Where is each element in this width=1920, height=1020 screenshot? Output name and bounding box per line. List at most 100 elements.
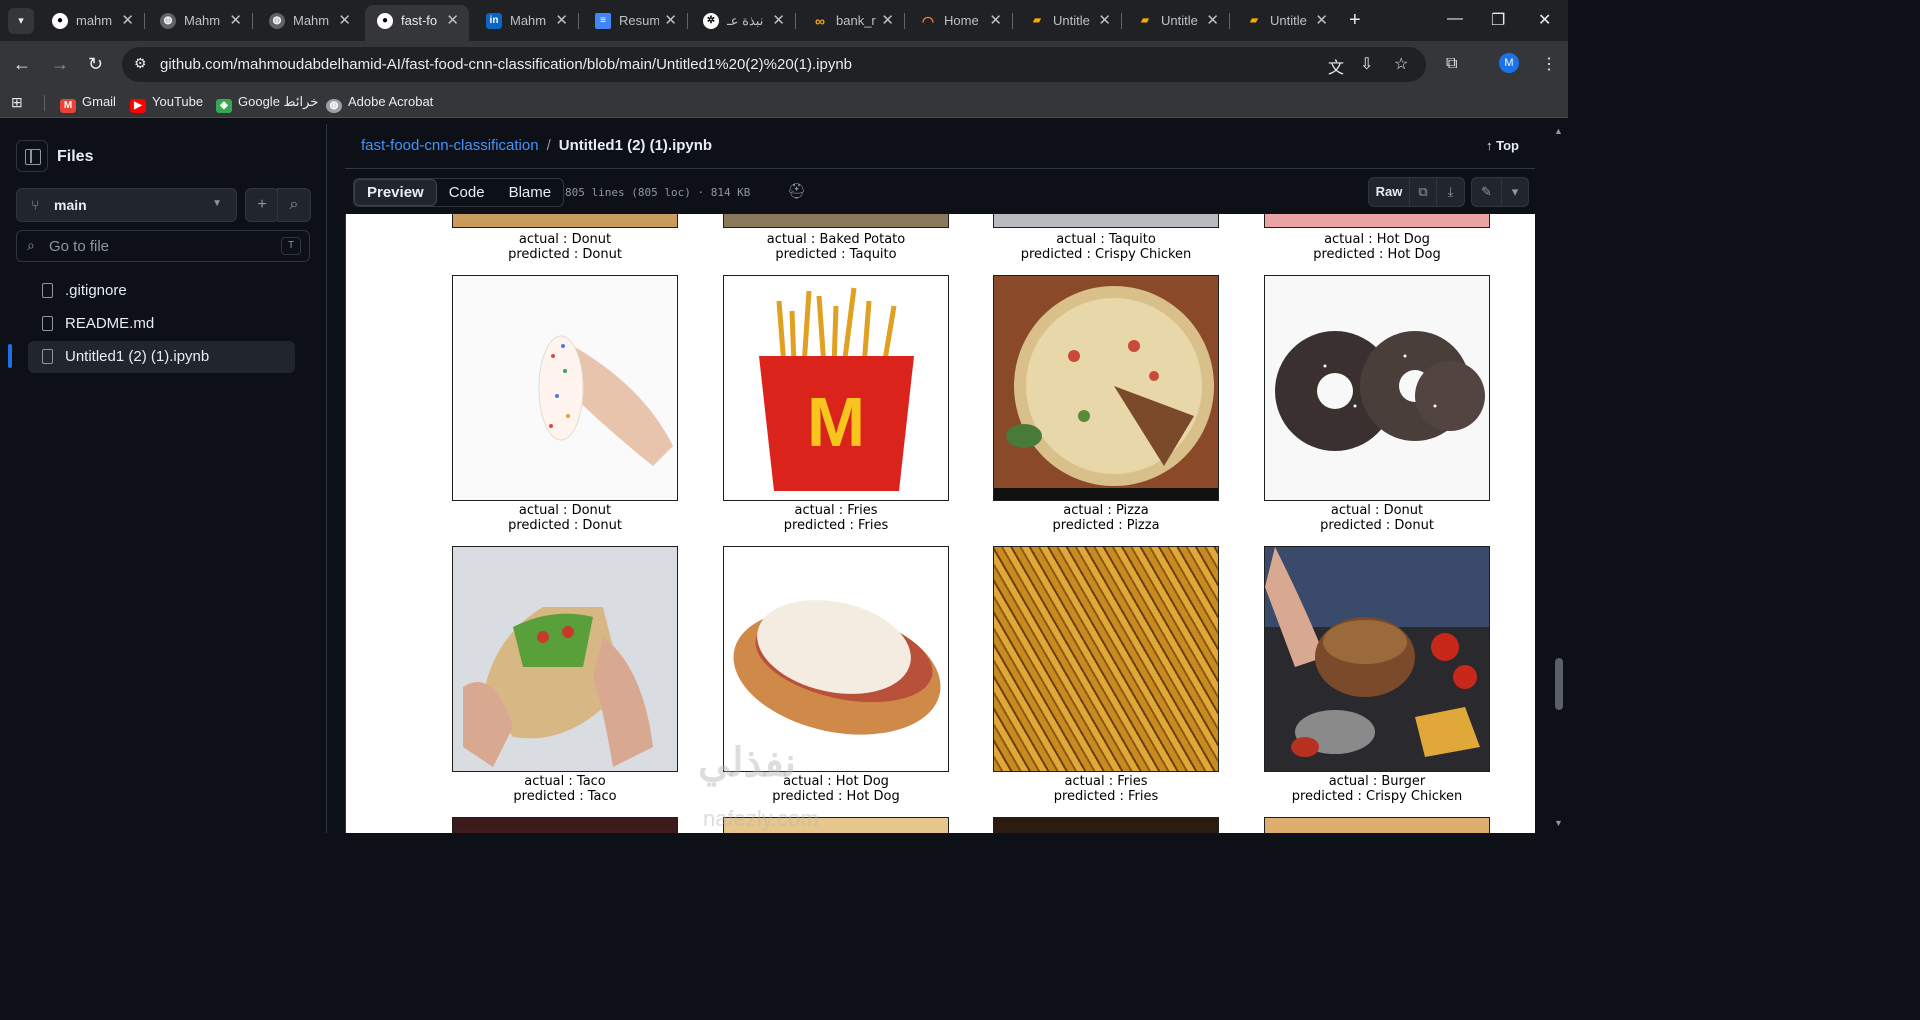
tab-search-button[interactable]: ▾ [8,8,34,34]
go-to-file-input[interactable] [49,236,269,256]
copilot-icon[interactable]: ⛑ [787,182,806,200]
scroll-down-icon[interactable]: ▼ [1554,818,1563,828]
reload-icon[interactable]: ↻ [88,54,103,75]
install-app-icon[interactable]: ⇩ [1360,54,1373,74]
browser-tab[interactable]: ✲ نبذة عـ ✕ [691,6,796,36]
close-icon[interactable]: ✕ [1098,11,1111,29]
browser-tab[interactable]: ▰ Untitle ✕ [1017,6,1122,36]
food-image [1264,214,1490,228]
url-text[interactable]: github.com/mahmoudabdelhamid-AI/fast-foo… [160,56,852,73]
donut-in-hand-picture [538,335,673,466]
forward-icon[interactable]: → [51,54,69,75]
close-icon[interactable]: ✕ [1206,11,1219,29]
repo-link[interactable]: fast-food-cnn-classification [361,137,539,154]
minimize-icon[interactable]: — [1447,10,1463,28]
tab-code[interactable]: Code [437,179,497,206]
tab-label: نبذة عـ [727,13,764,28]
prediction-caption: actual : Taquito predicted : Crispy Chick… [1020,232,1192,262]
top-button[interactable]: ↑ Top [1486,138,1519,153]
close-icon[interactable]: ✕ [338,11,351,29]
search-files-button[interactable]: ⌕ [277,188,311,222]
scroll-thumb[interactable] [1555,658,1563,710]
tab-blame[interactable]: Blame [497,179,564,206]
globe-icon: ◍ [160,13,176,29]
browser-tab[interactable]: in Mahm ✕ [474,6,579,36]
translate-icon[interactable]: 文 [1328,54,1344,78]
close-icon[interactable]: ✕ [881,11,894,29]
bookmark-youtube[interactable]: ▶ YouTube [130,94,204,113]
browser-tab[interactable]: ◍ Mahm ✕ [148,6,253,36]
prediction-caption: actual : Donut predicted : Donut [508,503,622,533]
food-image [993,214,1219,228]
restore-icon[interactable]: ❐ [1491,10,1505,30]
close-icon[interactable]: ✕ [446,11,459,29]
youtube-icon: ▶ [130,99,146,113]
address-bar[interactable]: ⚙ github.com/mahmoudabdelhamid-AI/fast-f… [122,47,1426,82]
tab-label: Mahm [293,13,330,28]
go-to-file[interactable]: ⌕ T [16,230,310,262]
browser-tab[interactable]: ◍ Mahm ✕ [257,6,361,36]
bookmark-maps[interactable]: ◆ Google خرائط [216,94,319,113]
bookmarks-bar: ⊞ M Gmail ▶ YouTube ◆ Google خرائط ◍ Adobe A… [0,88,1568,118]
prediction-caption: actual : Burger predicted : Crispy Chicke… [1291,774,1463,804]
browser-tab[interactable]: ◠ Home ✕ [908,6,1013,36]
browser-tab[interactable]: ▰ Untitle ✕ [1125,6,1230,36]
file-meta: 805 lines (805 loc) · 814 KB [565,186,751,199]
bookmark-adobe[interactable]: ◍ Adobe Acrobat [326,94,433,113]
page-scrollbar[interactable]: ▲ ▼ [1550,124,1568,833]
add-file-button[interactable]: + [245,188,279,222]
close-icon[interactable]: ✕ [121,11,134,29]
pencil-icon[interactable]: ✎ [1472,178,1502,206]
file-icon [42,349,53,364]
browser-tab[interactable]: ● mahm ✕ [40,6,145,36]
scroll-up-icon[interactable]: ▲ [1554,126,1563,136]
gmail-icon: M [60,99,76,113]
bookmark-label: Google خرائط [238,94,319,109]
tab-label: Untitle [1270,13,1307,28]
profile-avatar[interactable]: M [1499,53,1519,73]
bookmark-star-icon[interactable]: ☆ [1394,54,1408,74]
extensions-icon[interactable]: ⧉ [1446,55,1457,73]
back-icon[interactable]: ← [13,54,31,75]
file-tree-item[interactable]: .gitignore [28,275,295,307]
bookmark-gmail[interactable]: M Gmail [60,94,116,113]
browser-menu-icon[interactable]: ⋮ [1541,54,1557,74]
copy-icon[interactable]: ⧉ [1410,178,1437,206]
close-icon[interactable]: ✕ [1315,11,1328,29]
close-icon[interactable]: ✕ [989,11,1002,29]
file-tree-item[interactable]: README.md [28,308,295,340]
browser-tab[interactable]: ∞ bank_r ✕ [800,6,905,36]
food-image [993,275,1219,501]
tab-preview[interactable]: Preview [354,179,437,206]
prediction-caption: actual : Taco predicted : Taco [513,774,617,804]
browser-tab[interactable]: ▰ Untitle ✕ [1234,6,1338,36]
bookmark-label: YouTube [152,94,204,109]
caret-down-icon: ▼ [212,198,222,209]
browser-tab[interactable]: ≡ Resum ✕ [583,6,688,36]
chatgpt-icon: ✲ [703,13,719,29]
chevron-down-icon[interactable]: ▾ [1502,178,1528,206]
chocolate-donuts-picture [1275,331,1485,451]
site-info-icon[interactable]: ⚙ [134,55,147,72]
raw-button[interactable]: Raw [1369,178,1410,206]
notebook-output: actual : Donut predicted : Donut actual :… [345,214,1535,833]
collapse-sidebar-button[interactable] [16,140,48,172]
maps-icon: ◆ [216,99,232,113]
food-image [1264,817,1490,833]
browser-tab-active[interactable]: ● fast-fo ✕ [365,5,469,41]
close-icon[interactable]: ✕ [772,11,785,29]
close-icon[interactable]: ✕ [664,11,677,29]
window-close-icon[interactable]: ✕ [1538,10,1551,30]
file-name-heading: Untitled1 (2) (1).ipynb [558,137,713,154]
apps-grid-icon[interactable]: ⊞ [11,94,23,111]
close-icon[interactable]: ✕ [229,11,242,29]
new-tab-button[interactable]: + [1349,9,1361,31]
linkedin-icon: in [486,13,502,29]
food-image [1264,546,1490,772]
download-icon[interactable]: ⤓ [1437,178,1464,206]
close-icon[interactable]: ✕ [555,11,568,29]
arrow-up-icon: ↑ [1486,138,1493,153]
file-tree-item-selected[interactable]: Untitled1 (2) (1).ipynb [28,341,295,373]
branch-selector[interactable]: ⑂ main ▼ [16,188,237,222]
selected-indicator [8,344,12,368]
